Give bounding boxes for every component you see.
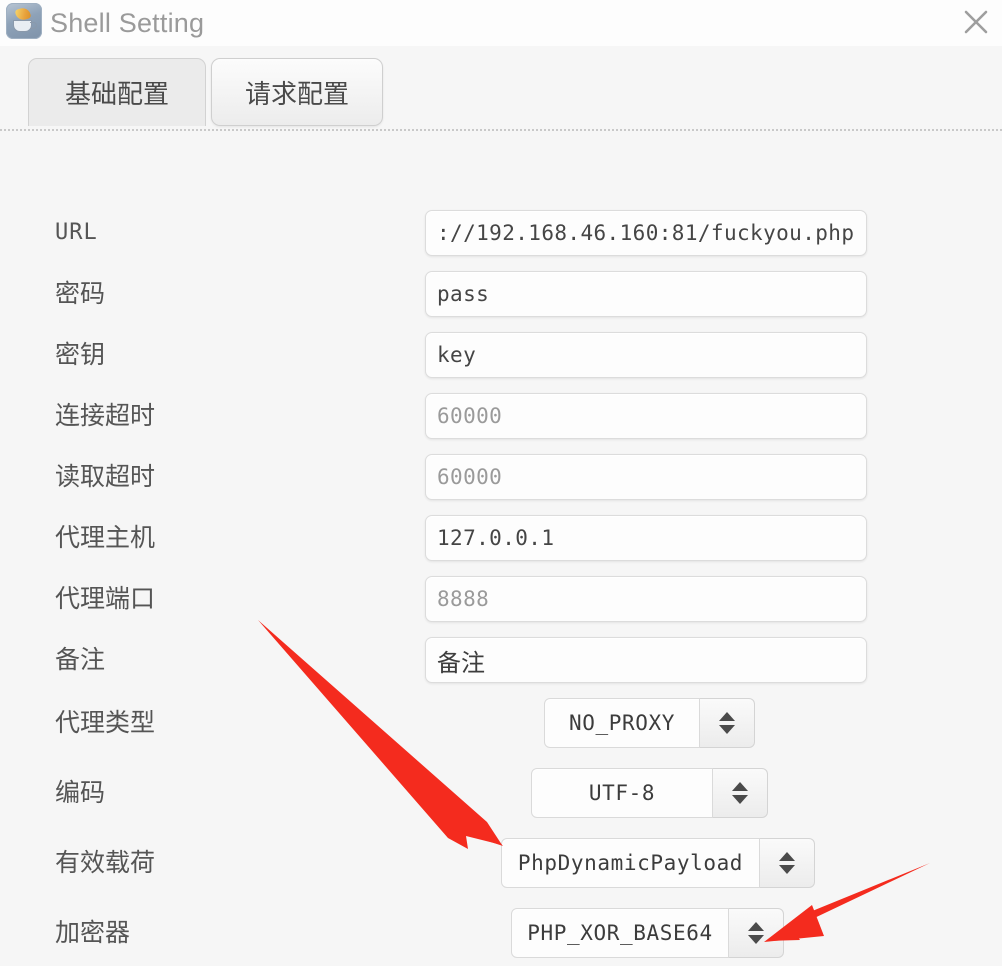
tab-basic-config[interactable]: 基础配置 — [28, 58, 206, 126]
tab-request-config-label: 请求配置 — [244, 78, 349, 109]
input-url[interactable]: ://192.168.46.160:81/fuckyou.php — [425, 210, 867, 256]
label-encoding: 编码 — [55, 779, 106, 807]
tab-basic-config-label: 基础配置 — [64, 79, 169, 109]
input-key-value: key — [437, 343, 477, 367]
close-icon — [964, 10, 988, 34]
label-read-timeout: 读取超时 — [55, 463, 156, 491]
form-row-connect-timeout: 连接超时 60000 — [0, 393, 1002, 439]
input-password[interactable]: pass — [425, 271, 867, 317]
chevron-up-icon — [719, 712, 735, 721]
tab-strip: 基础配置 请求配置 — [0, 58, 1002, 134]
combo-proxy-type-spinner[interactable] — [700, 698, 755, 748]
label-key: 密钥 — [55, 341, 106, 369]
cup-shape — [13, 20, 37, 32]
input-proxy-port[interactable]: 8888 — [425, 576, 867, 622]
input-remark-value: 备注 — [437, 649, 485, 677]
shell-setting-window: Shell Setting 基础配置 请求配置 URL ://192.168.4… — [0, 0, 1002, 966]
input-proxy-host-value: 127.0.0.1 — [437, 526, 555, 550]
input-proxy-host[interactable]: 127.0.0.1 — [425, 515, 867, 561]
chevron-up-icon — [779, 852, 795, 861]
label-proxy-port: 代理端口 — [55, 585, 156, 613]
java-coffee-cup-icon — [6, 3, 42, 39]
label-payload: 有效载荷 — [55, 849, 156, 877]
close-window-button[interactable] — [954, 2, 998, 42]
form-row-password: 密码 pass — [0, 271, 1002, 317]
combo-encoding-spinner[interactable] — [713, 768, 768, 818]
combo-proxy-type-value: NO_PROXY — [544, 698, 700, 748]
combo-payload-spinner[interactable] — [760, 838, 815, 888]
window-title: Shell Setting — [50, 8, 205, 38]
form-row-proxy-port: 代理端口 8888 — [0, 576, 1002, 622]
tab-baseline-divider — [0, 129, 1002, 131]
input-proxy-port-value: 8888 — [437, 587, 490, 611]
form-row-key: 密钥 key — [0, 332, 1002, 378]
label-proxy-type: 代理类型 — [55, 709, 156, 737]
form-row-encryptor: 加密器 PHP_XOR_BASE64 — [0, 908, 1002, 958]
form-row-proxy-host: 代理主机 127.0.0.1 — [0, 515, 1002, 561]
form-row-proxy-type: 代理类型 NO_PROXY — [0, 698, 1002, 748]
input-password-value: pass — [437, 282, 490, 306]
chevron-down-icon — [732, 795, 748, 804]
input-read-timeout[interactable]: 60000 — [425, 454, 867, 500]
input-read-timeout-value: 60000 — [437, 465, 503, 489]
combo-encryptor-value: PHP_XOR_BASE64 — [511, 908, 729, 958]
titlebar: Shell Setting — [0, 0, 1002, 46]
combo-payload[interactable]: PhpDynamicPayload — [501, 838, 815, 888]
input-connect-timeout-value: 60000 — [437, 404, 503, 428]
input-key[interactable]: key — [425, 332, 867, 378]
form-row-read-timeout: 读取超时 60000 — [0, 454, 1002, 500]
input-remark[interactable]: 备注 — [425, 637, 867, 683]
chevron-up-icon — [748, 922, 764, 931]
input-url-value: ://192.168.46.160:81/fuckyou.php — [437, 221, 855, 245]
combo-encoding-value: UTF-8 — [531, 768, 713, 818]
chevron-up-icon — [732, 782, 748, 791]
label-proxy-host: 代理主机 — [55, 524, 156, 552]
chevron-down-icon — [748, 935, 764, 944]
combo-encryptor-spinner[interactable] — [729, 908, 784, 958]
label-url: URL — [55, 220, 98, 245]
form-row-payload: 有效载荷 PhpDynamicPayload — [0, 838, 1002, 888]
form-row-encoding: 编码 UTF-8 — [0, 768, 1002, 818]
combo-proxy-type[interactable]: NO_PROXY — [544, 698, 755, 748]
chevron-down-icon — [719, 725, 735, 734]
combo-encryptor[interactable]: PHP_XOR_BASE64 — [511, 908, 784, 958]
label-encryptor: 加密器 — [55, 919, 131, 947]
label-remark: 备注 — [55, 646, 106, 674]
combo-encoding[interactable]: UTF-8 — [531, 768, 768, 818]
combo-payload-value: PhpDynamicPayload — [501, 838, 760, 888]
label-password: 密码 — [55, 280, 106, 308]
input-connect-timeout[interactable]: 60000 — [425, 393, 867, 439]
label-connect-timeout: 连接超时 — [55, 402, 156, 430]
form-row-url: URL ://192.168.46.160:81/fuckyou.php — [0, 210, 1002, 256]
form-row-remark: 备注 备注 — [0, 637, 1002, 683]
tab-request-config[interactable]: 请求配置 — [211, 58, 383, 126]
chevron-down-icon — [779, 865, 795, 874]
basic-config-form: URL ://192.168.46.160:81/fuckyou.php 密码 … — [0, 140, 1002, 966]
